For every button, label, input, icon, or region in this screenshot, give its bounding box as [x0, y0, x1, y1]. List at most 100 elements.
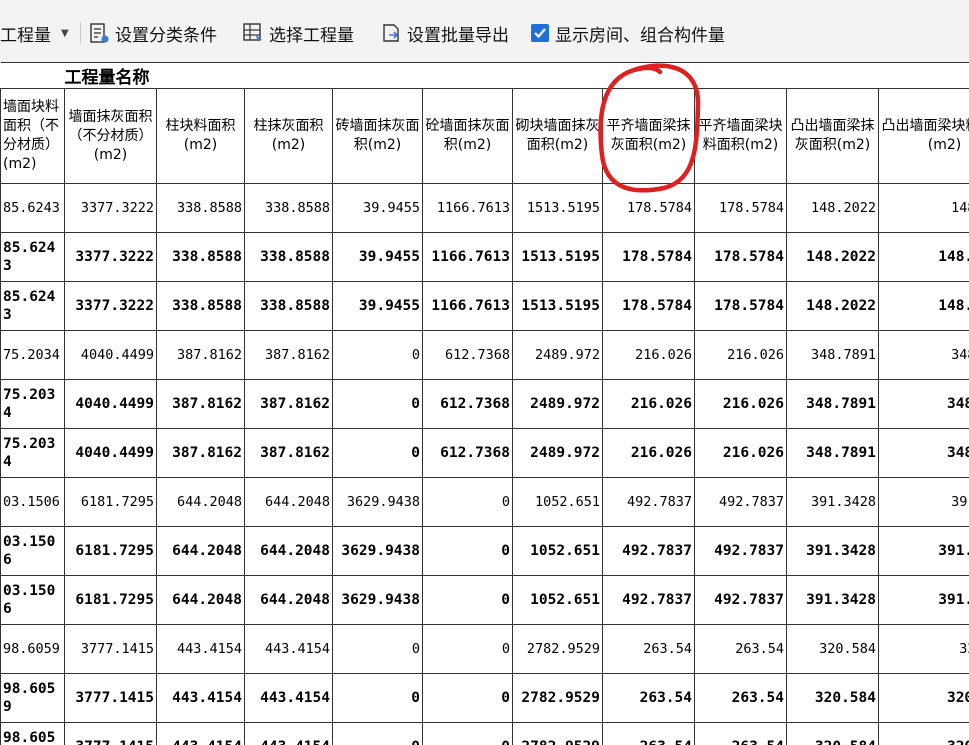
- table-cell[interactable]: 39.9455: [332, 232, 423, 282]
- table-cell[interactable]: 0: [332, 428, 423, 478]
- table-row[interactable]: 85.6243 3377.3222 338.8588 338.8588 39.9455 1…: [0, 281, 969, 331]
- table-cell[interactable]: 39.9455: [332, 183, 423, 233]
- table-cell[interactable]: 348.789: [877, 428, 969, 478]
- table-cell[interactable]: 338.8588: [156, 232, 245, 282]
- table-cell[interactable]: 612.7368: [422, 330, 513, 380]
- set-category-button[interactable]: 设置分类条件: [88, 18, 217, 48]
- table-cell[interactable]: 1513.5195: [512, 232, 603, 282]
- table-row[interactable]: 75.2034 4040.4499 387.8162 387.8162 0 612.736…: [0, 330, 969, 380]
- column-header[interactable]: 柱抹灰面积(m2): [244, 88, 333, 184]
- column-header[interactable]: 墙面抹灰面积（不分材质）(m2): [64, 88, 157, 184]
- table-cell[interactable]: 98.6059: [0, 722, 65, 745]
- table-cell[interactable]: 85.6243: [0, 232, 65, 282]
- table-cell[interactable]: 443.4154: [156, 624, 245, 674]
- table-cell[interactable]: 348.7891: [786, 330, 879, 380]
- table-cell[interactable]: 320.584: [877, 673, 969, 723]
- table-cell[interactable]: 387.8162: [244, 330, 333, 380]
- table-cell[interactable]: 1513.5195: [512, 281, 603, 331]
- table-cell[interactable]: 6181.7295: [64, 477, 157, 527]
- table-cell[interactable]: 338.8588: [156, 183, 245, 233]
- table-cell[interactable]: 6181.7295: [64, 575, 157, 625]
- table-cell[interactable]: 263.54: [694, 722, 787, 745]
- table-cell[interactable]: 644.2048: [244, 575, 333, 625]
- table-cell[interactable]: 178.5784: [602, 232, 695, 282]
- table-cell[interactable]: 0: [422, 624, 513, 674]
- table-cell[interactable]: 387.8162: [156, 379, 245, 429]
- table-cell[interactable]: 391.3428: [786, 575, 879, 625]
- table-cell[interactable]: 3377.3222: [64, 183, 157, 233]
- table-cell[interactable]: 3777.1415: [64, 673, 157, 723]
- table-cell[interactable]: 3377.3222: [64, 232, 157, 282]
- table-cell[interactable]: 263.54: [602, 722, 695, 745]
- column-header[interactable]: 凸出墙面梁块料面积(m2): [877, 88, 969, 184]
- table-cell[interactable]: 6181.7295: [64, 526, 157, 576]
- table-cell[interactable]: 3777.1415: [64, 624, 157, 674]
- table-cell[interactable]: 348.7891: [786, 379, 879, 429]
- table-cell[interactable]: 387.8162: [156, 330, 245, 380]
- table-cell[interactable]: 1052.651: [512, 575, 603, 625]
- table-cell[interactable]: 0: [422, 575, 513, 625]
- table-cell[interactable]: 612.7368: [422, 428, 513, 478]
- table-cell[interactable]: 178.5784: [694, 183, 787, 233]
- table-cell[interactable]: 4040.4499: [64, 379, 157, 429]
- table-cell[interactable]: 1052.651: [512, 477, 603, 527]
- table-cell[interactable]: 148.2022: [786, 281, 879, 331]
- table-cell[interactable]: 612.7368: [422, 379, 513, 429]
- table-cell[interactable]: 391.3428: [786, 477, 879, 527]
- table-cell[interactable]: 1166.7613: [422, 232, 513, 282]
- table-cell[interactable]: 443.4154: [156, 673, 245, 723]
- table-cell[interactable]: 216.026: [602, 428, 695, 478]
- column-header[interactable]: 砖墙面抹灰面积(m2): [332, 88, 423, 184]
- table-cell[interactable]: 338.8588: [244, 281, 333, 331]
- table-cell[interactable]: 0: [422, 722, 513, 745]
- column-header[interactable]: 平齐墙面梁抹灰面积(m2): [602, 88, 695, 184]
- table-cell[interactable]: 0: [422, 477, 513, 527]
- table-cell[interactable]: 75.2034: [0, 330, 65, 380]
- table-cell[interactable]: 644.2048: [156, 477, 245, 527]
- table-cell[interactable]: 178.5784: [602, 183, 695, 233]
- table-cell[interactable]: 348.7891: [786, 428, 879, 478]
- table-cell[interactable]: 3377.3222: [64, 281, 157, 331]
- table-row[interactable]: 85.6243 3377.3222 338.8588 338.8588 39.9455 1…: [0, 232, 969, 282]
- table-cell[interactable]: 387.8162: [244, 379, 333, 429]
- column-header[interactable]: 柱块料面积(m2): [156, 88, 245, 184]
- table-cell[interactable]: 85.6243: [0, 281, 65, 331]
- table-cell[interactable]: 98.6059: [0, 673, 65, 723]
- table-cell[interactable]: 387.8162: [244, 428, 333, 478]
- table-cell[interactable]: 391.3428: [877, 526, 969, 576]
- table-cell[interactable]: 338.8588: [244, 183, 333, 233]
- table-cell[interactable]: 263.54: [602, 673, 695, 723]
- table-cell[interactable]: 178.5784: [694, 281, 787, 331]
- table-cell[interactable]: 0: [332, 624, 423, 674]
- table-cell[interactable]: 4040.4499: [64, 330, 157, 380]
- table-cell[interactable]: 391.3428: [877, 575, 969, 625]
- table-cell[interactable]: 3629.9438: [332, 477, 423, 527]
- table-cell[interactable]: 492.7837: [694, 575, 787, 625]
- table-cell[interactable]: 0: [422, 526, 513, 576]
- table-row[interactable]: 03.1506 6181.7295 644.2048 644.2048 3629.943…: [0, 575, 969, 625]
- table-cell[interactable]: 2782.9529: [512, 624, 603, 674]
- table-cell[interactable]: 3629.9438: [332, 575, 423, 625]
- table-cell[interactable]: 320.584: [877, 722, 969, 745]
- column-header[interactable]: 凸出墙面梁抹灰面积(m2): [786, 88, 879, 184]
- table-cell[interactable]: 320.584: [786, 624, 879, 674]
- table-cell[interactable]: 492.7837: [602, 477, 695, 527]
- table-cell[interactable]: 39.9455: [332, 281, 423, 331]
- table-cell[interactable]: 03.1506: [0, 526, 65, 576]
- table-row[interactable]: 75.2034 4040.4499 387.8162 387.8162 0 612.736…: [0, 379, 969, 429]
- table-cell[interactable]: 320.58: [877, 624, 969, 674]
- table-cell[interactable]: 391.342: [877, 477, 969, 527]
- table-cell[interactable]: 2782.9529: [512, 673, 603, 723]
- table-row[interactable]: 98.60593777.1415443.4154443.4154002782.9…: [0, 624, 969, 674]
- table-cell[interactable]: 03.1506: [0, 477, 65, 527]
- table-cell[interactable]: 148.2022: [786, 232, 879, 282]
- table-cell[interactable]: 492.7837: [602, 526, 695, 576]
- table-cell[interactable]: 263.54: [694, 673, 787, 723]
- table-row[interactable]: 03.1506 6181.7295 644.2048 644.2048 3629.943…: [0, 526, 969, 576]
- table-cell[interactable]: 644.2048: [244, 526, 333, 576]
- table-cell[interactable]: 492.7837: [694, 477, 787, 527]
- table-cell[interactable]: 216.026: [694, 428, 787, 478]
- table-cell[interactable]: 263.54: [694, 624, 787, 674]
- table-row[interactable]: 98.60593777.1415443.4154443.4154002782.9…: [0, 722, 969, 745]
- table-cell[interactable]: 148.2022: [786, 183, 879, 233]
